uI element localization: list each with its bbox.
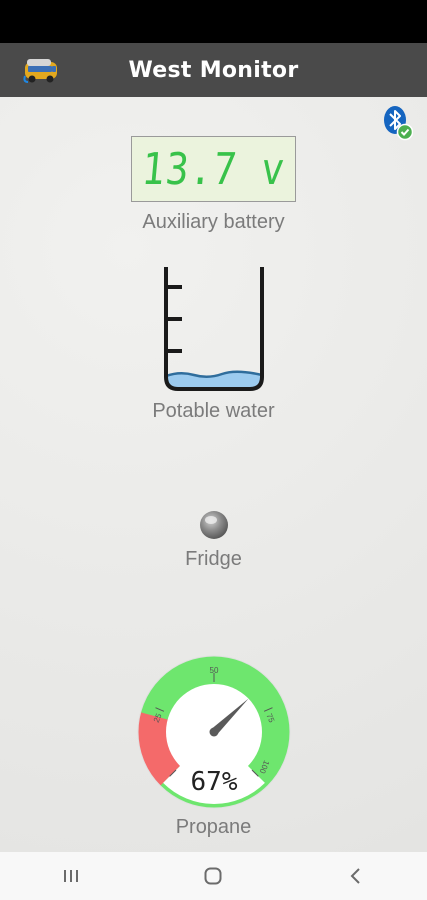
gauge-tick-50: 50: [210, 666, 219, 675]
propane-percent-value: 67%: [191, 767, 238, 797]
app-bar: West Monitor: [0, 43, 427, 97]
battery-lcd-display: 13.7 v: [131, 136, 296, 202]
home-button[interactable]: [193, 856, 233, 896]
camper-van-icon[interactable]: [22, 54, 60, 86]
fridge-status-led: [200, 511, 228, 539]
recent-apps-icon: [64, 870, 79, 882]
recent-apps-button[interactable]: [51, 856, 91, 896]
propane-gauge: 50 25 75 100 67%: [137, 655, 291, 809]
water-label: Potable water: [152, 400, 275, 422]
system-nav-bar: [0, 852, 427, 900]
back-button[interactable]: [336, 856, 376, 896]
home-icon: [204, 867, 222, 885]
battery-voltage-value: 13.7 v: [139, 143, 288, 195]
propane-label: Propane: [175, 816, 252, 838]
fridge-label: Fridge: [185, 548, 242, 570]
back-icon: [350, 868, 360, 884]
battery-label: Auxiliary battery: [142, 211, 285, 233]
bluetooth-connected-icon[interactable]: [381, 105, 413, 141]
status-bar: [0, 0, 427, 43]
water-tank-icon: [164, 267, 264, 391]
app-title: West Monitor: [128, 57, 299, 83]
main-content: 13.7 v Auxiliary battery Potable water F…: [0, 97, 427, 852]
